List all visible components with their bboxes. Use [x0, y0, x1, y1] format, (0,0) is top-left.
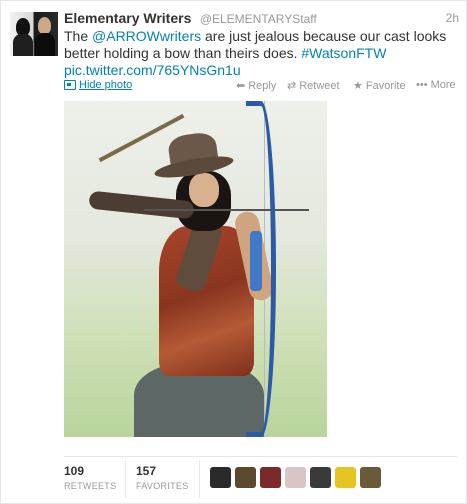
stats-separator [125, 460, 126, 498]
photo-arrow [144, 209, 309, 211]
star-icon: ★ [353, 80, 363, 92]
stats-separator [199, 460, 200, 498]
favoriter-avatar[interactable] [335, 467, 356, 488]
favoriter-avatars [210, 467, 381, 489]
favorites-count: 157 [136, 464, 157, 478]
retweet-icon: ⇄ [287, 80, 297, 92]
favorite-button[interactable]: ★ Favorite [353, 79, 406, 93]
retweets-stat[interactable]: 109 RETWEETS [64, 464, 116, 491]
tweet-card: Elementary Writers @ELEMENTARYStaff 2h T… [0, 0, 467, 504]
tweet-text: The @ARROWwriters are just jealous becau… [64, 28, 454, 79]
favorites-stat[interactable]: 157 FAVORITES [136, 464, 189, 491]
favoriter-avatar[interactable] [260, 467, 281, 488]
retweet-label: Retweet [299, 79, 340, 92]
hashtag-link[interactable]: #WatsonFTW [301, 45, 386, 61]
tweet-actions: Hide photo ⬅ Reply ⇄ Retweet ★ Favorite … [64, 79, 457, 93]
tweet-photo[interactable] [64, 101, 327, 437]
photo-face [189, 173, 219, 207]
tweet-text-start: The [64, 28, 93, 44]
ellipsis-icon: ••• [416, 79, 428, 91]
favoriter-avatar[interactable] [235, 467, 256, 488]
avatar-figure-left-body [13, 34, 33, 56]
favorites-label: FAVORITES [136, 481, 189, 491]
retweets-label: RETWEETS [64, 481, 117, 491]
media-link[interactable]: pic.twitter.com/765YNsGn1u [64, 62, 241, 78]
retweet-button[interactable]: ⇄ Retweet [287, 79, 340, 93]
avatar-figure-right-body [35, 33, 55, 56]
tweet-timestamp[interactable]: 2h [446, 11, 459, 25]
more-button[interactable]: ••• More [416, 79, 456, 91]
favorite-label: Favorite [365, 79, 406, 92]
avatar[interactable] [10, 12, 58, 56]
photo-bow-riser [250, 231, 262, 291]
favoriter-avatar[interactable] [310, 467, 331, 488]
favoriter-avatar[interactable] [210, 467, 231, 488]
reply-label: Reply [248, 79, 277, 92]
photo-icon [64, 80, 76, 90]
avatar-figure-right-head [38, 17, 51, 34]
author-name[interactable]: Elementary Writers [64, 10, 191, 26]
favoriter-avatar[interactable] [360, 467, 381, 488]
tweet-header: Elementary Writers @ELEMENTARYStaff 2h [64, 10, 459, 28]
hide-photo-label: Hide photo [79, 79, 133, 91]
favoriter-avatar[interactable] [285, 467, 306, 488]
stats-divider [64, 456, 457, 457]
mention-link[interactable]: @ARROWwriters [92, 28, 201, 44]
hide-photo-button[interactable]: Hide photo [64, 79, 132, 91]
more-label: More [430, 79, 456, 91]
reply-arrow-icon: ⬅ [236, 80, 246, 92]
reply-button[interactable]: ⬅ Reply [236, 79, 277, 93]
author-handle[interactable]: @ELEMENTARYStaff [200, 12, 317, 26]
retweets-count: 109 [64, 464, 85, 478]
